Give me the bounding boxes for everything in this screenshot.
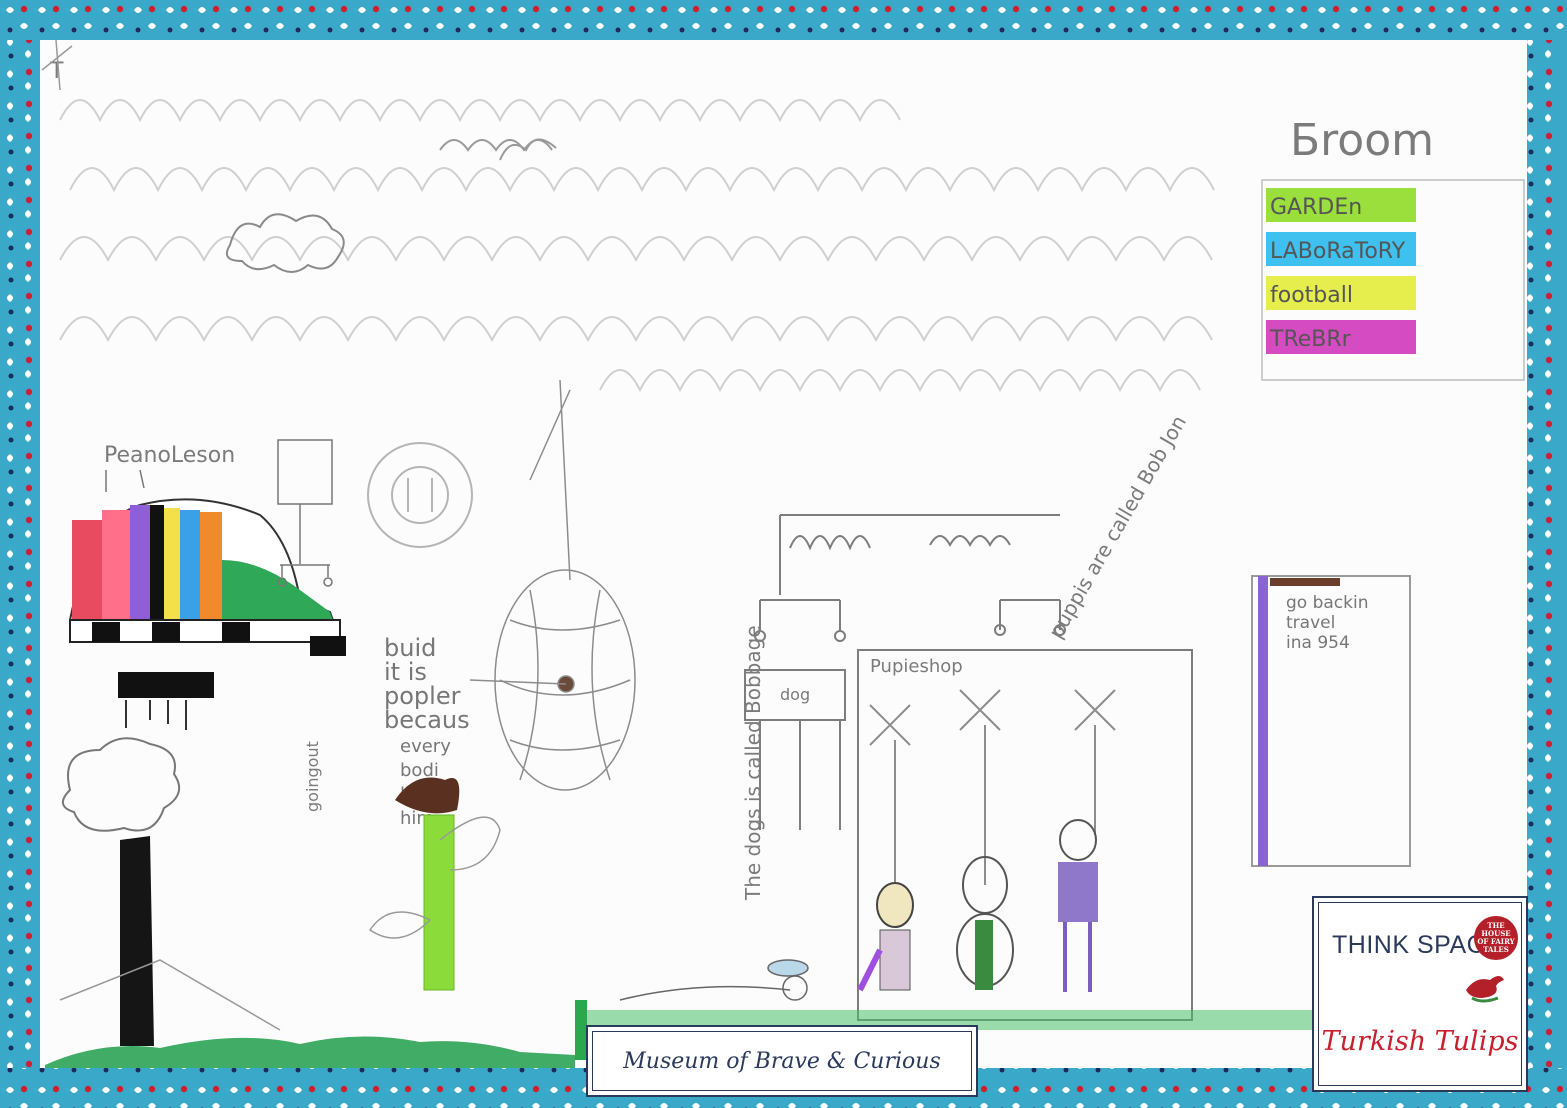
- legend-label: LABoRaToRY: [1270, 239, 1406, 264]
- shop-drawing: [744, 514, 1193, 1021]
- turkish-tulips-title: Turkish Tulips: [1321, 1026, 1519, 1057]
- scribble-globe: [469, 379, 636, 791]
- dog-sign: dog: [780, 685, 810, 704]
- puppies-note: puppis are called Bob Jon: [1044, 411, 1191, 642]
- legend: GARDEn LABoRaToRY football TReBRr: [1266, 188, 1416, 354]
- piano-arrows: [105, 469, 145, 492]
- piano-drawing: [69, 498, 346, 730]
- museum-title: Museum of Brave & Curious: [623, 1048, 941, 1074]
- bird-icon: [1466, 976, 1504, 1003]
- puppie-shop-sign: Pupieshop: [870, 656, 963, 677]
- travel-note-line: go backin: [1286, 593, 1369, 613]
- top-right-word: Бroom: [1290, 115, 1434, 166]
- build-note-line: every: [400, 736, 451, 757]
- scribble-clouds: [59, 99, 1215, 393]
- artwork-frame: T Бroom GARDEn LABoRaToRY football TReBRr P…: [0, 0, 1567, 1108]
- caterpillar: [619, 959, 809, 1001]
- travel-note-line: travel: [1286, 613, 1335, 633]
- cloud-squiggle: [439, 138, 557, 161]
- dogs-note: The dogs is called Bobbage: [741, 625, 765, 901]
- house-of-fairy-tales-logo: THE HOUSE OF FAIRY TALES: [1474, 916, 1518, 960]
- small-cloud: [226, 213, 345, 273]
- tree-drawing: [59, 737, 281, 1046]
- build-note-line: becaus: [384, 706, 470, 734]
- museum-label: Museum of Brave & Curious: [586, 1025, 978, 1097]
- legend-label: TReBRr: [1269, 327, 1352, 352]
- flower-drawing: [368, 777, 501, 991]
- legend-label: GARDEn: [1270, 195, 1362, 220]
- circle-drawing: [367, 442, 473, 548]
- piano-label: PeanoLeson: [104, 443, 235, 468]
- side-note: goingout: [303, 741, 322, 812]
- legend-label: football: [1270, 283, 1353, 308]
- think-space-card: THINK SPACE THE HOUSE OF FAIRY TALES Turkis…: [1312, 896, 1528, 1092]
- travel-note-line: ina 954: [1286, 633, 1350, 653]
- travel-note: go backintravelina 954: [1286, 593, 1369, 653]
